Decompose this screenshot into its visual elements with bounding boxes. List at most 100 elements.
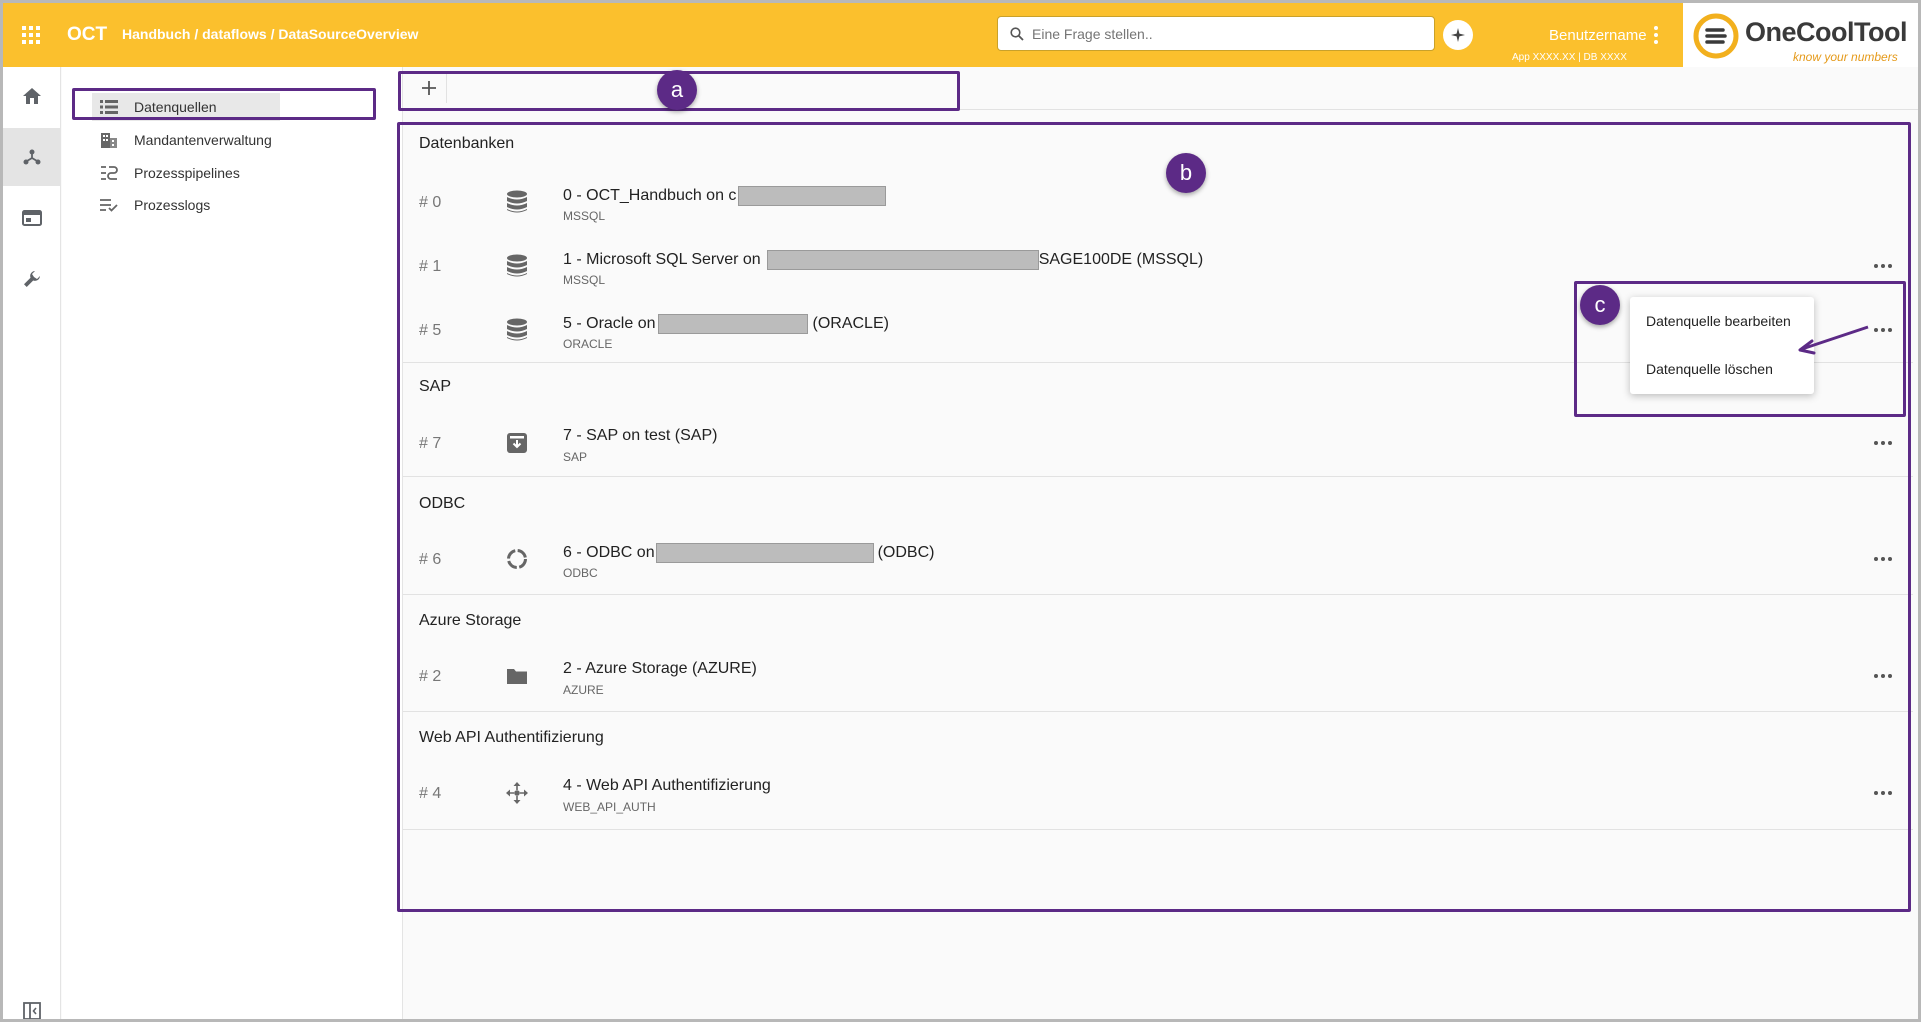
section-divider — [403, 711, 1913, 712]
row-type: WEB_API_AUTH — [563, 800, 656, 814]
toolbar — [403, 67, 1918, 110]
search-input[interactable] — [1032, 25, 1412, 42]
row-title: 4 - Web API Authentifizierung — [563, 777, 771, 794]
database-icon — [507, 254, 527, 277]
datasource-row[interactable]: # 4 4 - Web API Authentifizierung WEB_AP… — [403, 771, 1913, 821]
search-icon — [1010, 26, 1024, 41]
logo-name: OneCoolTool — [1745, 17, 1907, 47]
app-version: App XXXX.XX | DB XXXX — [1512, 52, 1627, 63]
dashboard-icon — [22, 210, 42, 226]
top-header: OCT Handbuch / dataflows / DataSourceOve… — [0, 0, 1921, 67]
row-more-button[interactable] — [1871, 664, 1895, 688]
rail-tools[interactable] — [3, 250, 61, 308]
plus-icon — [421, 81, 436, 95]
row-number: # 2 — [419, 668, 442, 685]
ring-icon — [507, 549, 527, 569]
row-more-button[interactable] — [1871, 318, 1895, 342]
delete-datasource-menu-item[interactable]: Datenquelle löschen — [1646, 361, 1773, 377]
row-type: ORACLE — [563, 337, 613, 351]
apps-grid-icon[interactable] — [22, 26, 40, 44]
row-type: AZURE — [563, 683, 604, 697]
side-navigation: Datenquellen Mandantenverwaltung Prozess… — [62, 67, 403, 1019]
username[interactable]: Benutzername — [1549, 27, 1647, 44]
row-title-suffix: (ORACLE) — [812, 315, 889, 332]
sidenav-item-label: Mandantenverwaltung — [134, 132, 272, 148]
row-title: 1 - Microsoft SQL Server on SAGE100DE (MS… — [563, 250, 1203, 270]
sidebar-collapse-icon — [23, 1002, 41, 1020]
more-vertical-icon[interactable] — [1652, 25, 1660, 45]
row-type: MSSQL — [563, 209, 606, 223]
row-title-text: 1 - Microsoft SQL Server on — [563, 251, 761, 268]
main-content: Datenbanken # 0 0 - OCT_Handbuch on c MS… — [403, 67, 1918, 1019]
edit-datasource-menu-item[interactable]: Datenquelle bearbeiten — [1646, 313, 1791, 329]
row-type: SAP — [563, 450, 588, 464]
home-icon — [23, 88, 41, 104]
row-more-button[interactable] — [1871, 781, 1895, 805]
archive-icon — [507, 433, 527, 453]
dataflow-icon — [23, 149, 41, 165]
pipeline-icon — [101, 166, 118, 180]
row-title: 7 - SAP on test (SAP) — [563, 427, 718, 444]
redacted-hostname — [655, 543, 874, 563]
folder-icon — [507, 669, 527, 684]
tools-icon — [24, 271, 40, 287]
row-title-text: 0 - OCT_Handbuch on c — [563, 187, 737, 204]
row-number: # 7 — [419, 435, 442, 452]
rail-home[interactable] — [3, 67, 61, 125]
more-horizontal-icon — [1874, 328, 1892, 332]
datasource-row[interactable]: # 6 6 - ODBC on (ODBC) ODBC — [403, 537, 1913, 587]
sparkle-icon — [1451, 28, 1465, 42]
datasource-row[interactable]: # 0 0 - OCT_Handbuch on c MSSQL — [403, 180, 1913, 230]
list-icon — [100, 100, 118, 114]
more-horizontal-icon — [1874, 441, 1892, 445]
row-number: # 5 — [419, 322, 442, 339]
sidenav-item-datenquellen[interactable]: Datenquellen — [92, 93, 280, 121]
sidenav-item-mandantenverwaltung[interactable]: Mandantenverwaltung — [92, 126, 342, 154]
rail-collapse[interactable] — [3, 992, 61, 1022]
database-icon — [507, 190, 527, 213]
sidenav-item-prozesspipelines[interactable]: Prozesspipelines — [92, 159, 342, 187]
annotation-arrow-icon — [1798, 325, 1869, 355]
add-datasource-button[interactable] — [411, 73, 447, 103]
row-more-button[interactable] — [1871, 431, 1895, 455]
section-divider — [403, 594, 1913, 595]
breadcrumb[interactable]: Handbuch / dataflows / DataSourceOvervie… — [122, 26, 418, 42]
datasource-row[interactable]: # 1 1 - Microsoft SQL Server on SAGE100DE… — [403, 244, 1913, 294]
database-icon — [507, 318, 527, 341]
datasource-row[interactable]: # 2 2 - Azure Storage (AZURE) AZURE — [403, 654, 1913, 704]
datasource-row[interactable]: # 7 7 - SAP on test (SAP) SAP — [403, 421, 1913, 471]
sidenav-item-label: Prozesslogs — [134, 197, 211, 213]
left-rail — [3, 67, 61, 1022]
log-list-icon — [100, 199, 118, 212]
sidenav-item-label: Datenquellen — [134, 99, 217, 115]
row-title-suffix: SAGE100DE (MSSQL) — [1038, 251, 1204, 268]
redacted-hostname — [738, 186, 887, 206]
row-type: ODBC — [563, 566, 598, 580]
section-title-odbc: ODBC — [419, 495, 466, 512]
logo-tagline: know your numbers — [1793, 50, 1898, 64]
ai-assistant-button[interactable] — [1443, 20, 1473, 50]
more-horizontal-icon — [1874, 791, 1892, 795]
rail-dashboard[interactable] — [3, 189, 61, 247]
rail-dataflows[interactable] — [3, 128, 61, 186]
more-horizontal-icon — [1874, 674, 1892, 678]
row-title: 5 - Oracle on (ORACLE) — [563, 314, 889, 334]
row-title-text: 5 - Oracle on — [563, 315, 656, 332]
annotation-badge-b: b — [1166, 153, 1206, 193]
redacted-hostname — [658, 314, 809, 334]
annotation-badge-a: a — [657, 70, 697, 110]
row-title: 2 - Azure Storage (AZURE) — [563, 660, 757, 677]
row-number: # 0 — [419, 194, 442, 211]
row-number: # 1 — [419, 258, 442, 275]
section-divider — [403, 829, 1913, 830]
row-more-button[interactable] — [1871, 254, 1895, 278]
row-number: # 6 — [419, 551, 442, 568]
row-more-button[interactable] — [1871, 547, 1895, 571]
section-title-sap: SAP — [419, 378, 452, 395]
row-number: # 4 — [419, 785, 442, 802]
search-box[interactable] — [997, 16, 1435, 51]
building-icon — [101, 133, 117, 148]
app-name[interactable]: OCT — [67, 24, 107, 46]
redacted-hostname — [766, 250, 1039, 270]
sidenav-item-prozesslogs[interactable]: Prozesslogs — [92, 191, 342, 219]
